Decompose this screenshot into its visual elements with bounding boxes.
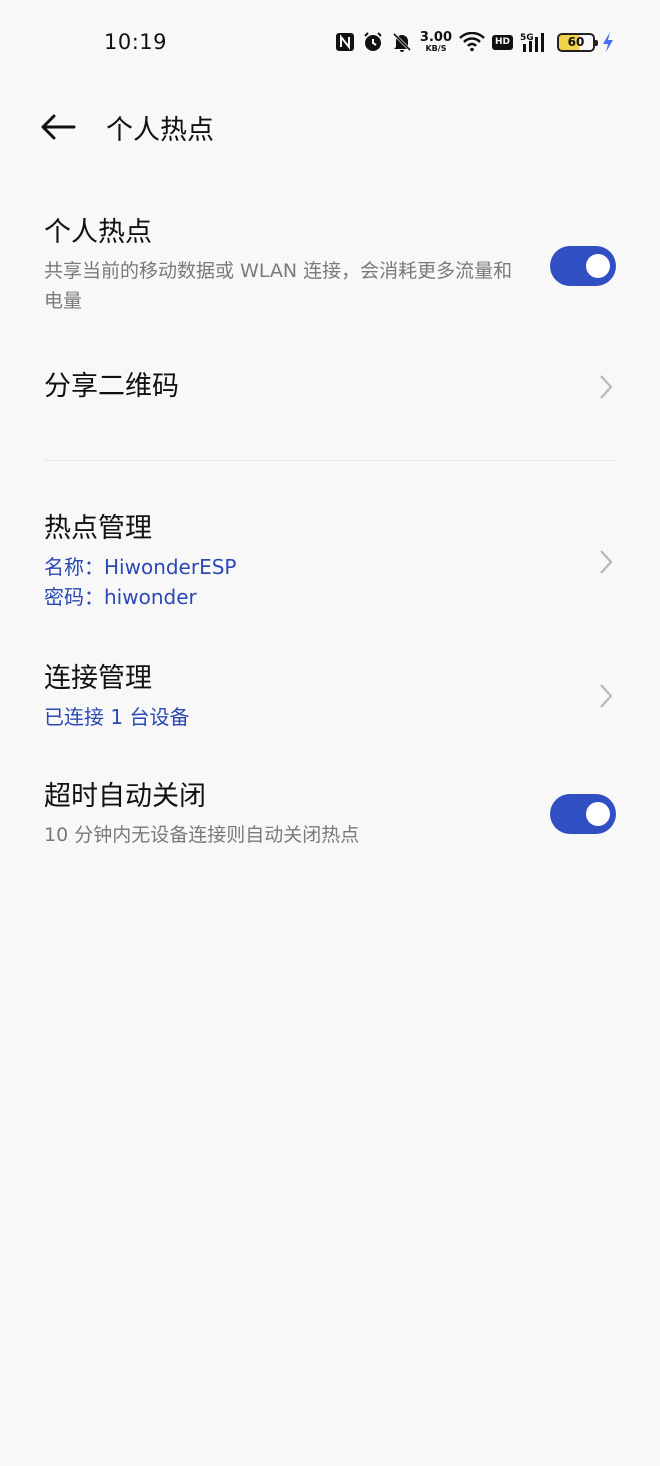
app-header: 个人热点	[0, 96, 660, 160]
status-icons: 3.00 KB/S HD 5G 60	[335, 28, 614, 56]
hotspot-title: 个人热点	[44, 217, 152, 248]
mute-icon	[391, 29, 413, 55]
speed-value: 3.00	[419, 30, 452, 45]
chevron-right-icon	[596, 372, 616, 402]
hotspot-password: 密码：hiwonder	[44, 585, 197, 609]
chevron-right-icon	[596, 547, 616, 577]
5g-signal-icon: 5G	[520, 29, 550, 55]
auto-off-row[interactable]: 超时自动关闭 10 分钟内无设备连接则自动关闭热点	[44, 780, 616, 860]
back-arrow-icon	[41, 114, 76, 140]
connection-status: 已连接 1 台设备	[44, 705, 190, 729]
share-qr-title: 分享二维码	[44, 371, 179, 402]
section-divider	[44, 460, 616, 461]
battery-icon: 60	[557, 29, 598, 55]
speed-unit: KB/S	[425, 44, 447, 53]
auto-off-description: 10 分钟内无设备连接则自动关闭热点	[44, 824, 360, 846]
hd-label: HD	[492, 34, 513, 50]
hotspot-toggle-row[interactable]: 个人热点 共享当前的移动数据或 WLAN 连接，会消耗更多流量和电量	[44, 216, 616, 326]
connection-management-row[interactable]: 连接管理 已连接 1 台设备	[44, 662, 616, 738]
wifi-icon	[459, 29, 485, 55]
auto-off-toggle[interactable]	[550, 794, 616, 834]
hotspot-description: 共享当前的移动数据或 WLAN 连接，会消耗更多流量和电量	[44, 260, 513, 312]
alarm-icon	[362, 29, 384, 55]
nfc-icon	[335, 29, 355, 55]
auto-off-title: 超时自动关闭	[44, 781, 206, 812]
share-qr-row[interactable]: 分享二维码	[44, 370, 616, 410]
charging-icon	[602, 29, 614, 55]
connection-management-title: 连接管理	[44, 663, 152, 694]
hotspot-management-title: 热点管理	[44, 513, 152, 544]
status-time: 10:19	[104, 30, 168, 54]
battery-level: 60	[567, 35, 585, 49]
back-button[interactable]	[38, 110, 78, 144]
toggle-knob	[586, 254, 610, 278]
page-title: 个人热点	[106, 115, 214, 146]
network-speed: 3.00 KB/S	[420, 29, 452, 55]
hotspot-name: 名称：HiwonderESP	[44, 555, 237, 579]
hotspot-toggle[interactable]	[550, 246, 616, 286]
status-bar: 10:19 3.00 KB/S HD 5G 60	[0, 0, 660, 86]
hotspot-management-row[interactable]: 热点管理 名称：HiwonderESP 密码：hiwonder	[44, 512, 616, 622]
toggle-knob	[586, 802, 610, 826]
chevron-right-icon	[596, 681, 616, 711]
hd-icon: HD	[492, 29, 513, 55]
